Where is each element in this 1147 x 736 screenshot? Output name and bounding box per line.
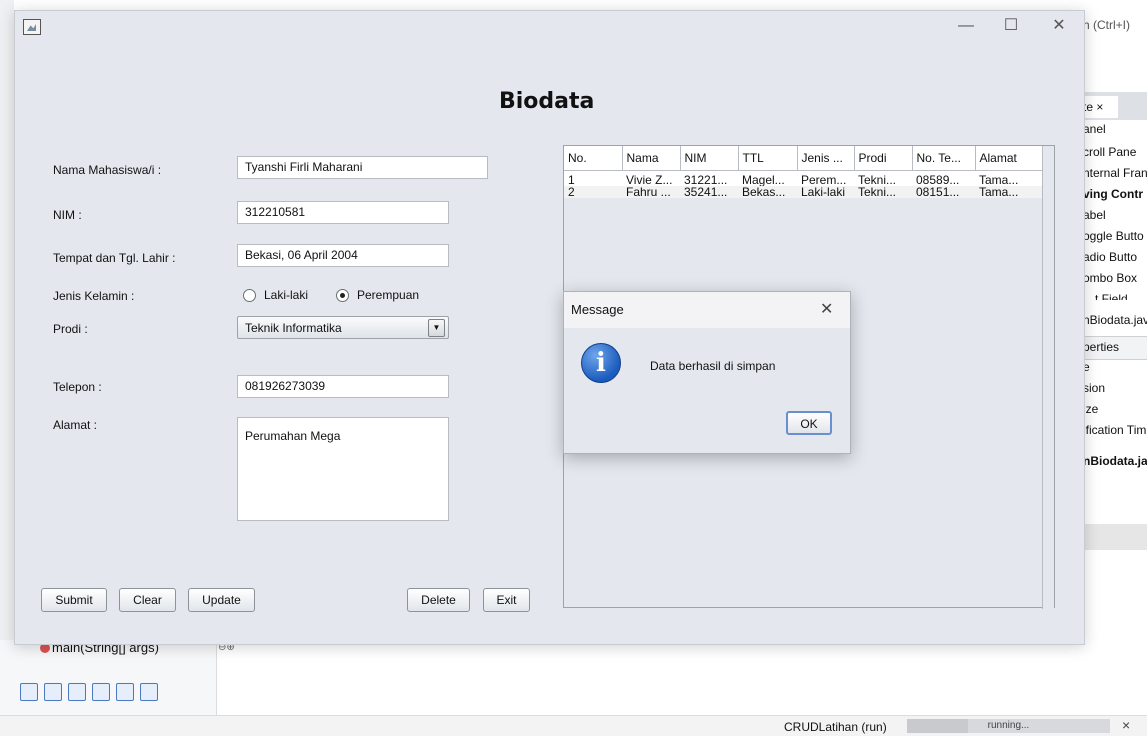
- table-cell[interactable]: 31221...: [680, 171, 738, 187]
- ide-search-hint[interactable]: h (Ctrl+I): [1083, 18, 1130, 32]
- update-button[interactable]: Update: [188, 588, 255, 612]
- title-bar: — ☐ ✕: [15, 11, 1084, 43]
- alamat-textarea[interactable]: Perumahan Mega: [237, 417, 449, 521]
- ide-left-strip: [0, 0, 14, 715]
- status-close-icon[interactable]: ×: [1122, 717, 1130, 733]
- palette-item[interactable]: …t Field: [1083, 292, 1128, 300]
- nim-label: NIM :: [53, 208, 82, 222]
- panel-tool-icon[interactable]: [44, 683, 62, 701]
- ok-button[interactable]: OK: [786, 411, 832, 435]
- table-cell[interactable]: 08151...: [912, 186, 975, 198]
- jenis-kelamin-label: Jenis Kelamin :: [53, 289, 135, 303]
- message-dialog: Message ✕ i Data berhasil di simpan OK: [563, 291, 851, 454]
- palette-item[interactable]: ombo Box: [1083, 271, 1137, 285]
- palette-category[interactable]: ving Contr: [1083, 187, 1143, 201]
- telepon-label: Telepon :: [53, 380, 102, 394]
- table-cell[interactable]: 1: [564, 171, 622, 187]
- palette-item[interactable]: abel: [1083, 208, 1106, 222]
- maximize-button[interactable]: ☐: [989, 11, 1033, 43]
- palette-item[interactable]: adio Butto: [1083, 250, 1137, 264]
- table-cell[interactable]: Vivie Z...: [622, 171, 680, 187]
- column-header[interactable]: No.: [564, 146, 623, 171]
- nama-label: Nama Mahasiswa/i :: [53, 163, 162, 177]
- submit-button[interactable]: Submit: [41, 588, 107, 612]
- prodi-selected-value: Teknik Informatika: [245, 321, 342, 335]
- run-progress-label: running...: [987, 720, 1030, 731]
- exit-button[interactable]: Exit: [483, 588, 530, 612]
- palette-item[interactable]: oggle Butto: [1083, 229, 1144, 243]
- telepon-field[interactable]: 081926273039: [237, 375, 449, 398]
- table-row[interactable]: 1 Vivie Z... 31221... Magel... Perem... …: [564, 171, 1053, 187]
- table-cell[interactable]: Bekas...: [738, 186, 797, 198]
- palette-tool-icon[interactable]: [20, 683, 38, 701]
- biodata-window: — ☐ ✕ Biodata Nama Mahasiswa/i : Tyanshi…: [14, 10, 1085, 645]
- column-header[interactable]: Nama: [622, 146, 681, 171]
- table-cell[interactable]: 08589...: [912, 171, 975, 187]
- radio-circle: [243, 288, 256, 302]
- alamat-label: Alamat :: [53, 418, 98, 432]
- ide-file-name: nBiodata.jav: [1083, 313, 1147, 327]
- delete-button[interactable]: Delete: [407, 588, 470, 612]
- radio-perempuan[interactable]: Perempuan: [336, 288, 419, 302]
- data-table[interactable]: No. Nama NIM TTL Jenis ... Prodi No. Te.…: [564, 146, 1054, 198]
- nim-field[interactable]: 312210581: [237, 201, 449, 224]
- ide-palette-tab[interactable]: te ×: [1083, 96, 1118, 118]
- table-cell[interactable]: Laki-laki: [797, 186, 854, 198]
- java-app-icon: [23, 19, 41, 35]
- run-status-label: CRUDLatihan (run): [784, 720, 887, 734]
- column-header[interactable]: NIM: [680, 146, 739, 171]
- lock-tool-icon[interactable]: [92, 683, 110, 701]
- run-progress-bar: running...: [907, 719, 1110, 733]
- table-cell[interactable]: 35241...: [680, 186, 738, 198]
- info-icon: i: [581, 343, 621, 383]
- ttl-label: Tempat dan Tgl. Lahir :: [53, 251, 176, 265]
- prodi-dropdown[interactable]: Teknik Informatika ▼: [237, 316, 449, 339]
- table-cell[interactable]: Magel...: [738, 171, 797, 187]
- dialog-title: Message: [571, 302, 624, 317]
- close-button[interactable]: ✕: [1037, 11, 1081, 43]
- palette-item[interactable]: croll Pane: [1083, 145, 1136, 159]
- nama-field[interactable]: Tyanshi Firli Maharani: [237, 156, 488, 179]
- column-header[interactable]: No. Te...: [912, 146, 976, 171]
- properties-header[interactable]: perties: [1083, 340, 1119, 354]
- ide-file-name-bold: nBiodata.ja: [1083, 454, 1147, 468]
- dialog-message: Data berhasil di simpan: [650, 359, 776, 373]
- dropdown-arrow-icon[interactable]: ▼: [428, 319, 445, 337]
- page-title: Biodata: [499, 89, 595, 114]
- table-cell[interactable]: Tekni...: [854, 171, 912, 187]
- column-header[interactable]: Jenis ...: [797, 146, 855, 171]
- shape-tool-icon[interactable]: [116, 683, 134, 701]
- dialog-title-bar: Message ✕: [564, 292, 850, 328]
- dialog-close-icon[interactable]: ✕: [820, 299, 833, 319]
- table-cell[interactable]: Fahru ...: [622, 186, 680, 198]
- ide-toolbar: [20, 683, 164, 707]
- ide-gray-bar: [1083, 524, 1147, 550]
- table-scrollbar-gutter: [1042, 146, 1054, 609]
- property-item[interactable]: sion: [1083, 381, 1105, 395]
- property-item[interactable]: ification Tim: [1083, 423, 1146, 437]
- separator-tool-icon[interactable]: [68, 683, 86, 701]
- palette-item[interactable]: anel: [1083, 122, 1106, 136]
- table-row[interactable]: 2 Fahru ... 35241... Bekas... Laki-laki …: [564, 186, 1053, 198]
- table-cell[interactable]: Tekni...: [854, 186, 912, 198]
- property-item[interactable]: ize: [1083, 402, 1098, 416]
- palette-item[interactable]: nternal Fran: [1083, 166, 1147, 180]
- radio-perempuan-label: Perempuan: [357, 288, 420, 302]
- clear-button[interactable]: Clear: [119, 588, 176, 612]
- table-cell[interactable]: 2: [564, 186, 622, 198]
- prodi-label: Prodi :: [53, 322, 88, 336]
- minimize-button[interactable]: —: [944, 11, 988, 43]
- radio-laki-laki[interactable]: Laki-laki: [243, 288, 308, 302]
- radio-laki-laki-label: Laki-laki: [264, 288, 309, 302]
- radio-circle-selected: [336, 288, 349, 302]
- column-header[interactable]: TTL: [738, 146, 798, 171]
- edit-tool-icon[interactable]: [140, 683, 158, 701]
- table-cell[interactable]: Perem...: [797, 171, 854, 187]
- table-header-row: No. Nama NIM TTL Jenis ... Prodi No. Te.…: [564, 146, 1054, 171]
- column-header[interactable]: Prodi: [854, 146, 913, 171]
- ttl-field[interactable]: Bekasi, 06 April 2004: [237, 244, 449, 267]
